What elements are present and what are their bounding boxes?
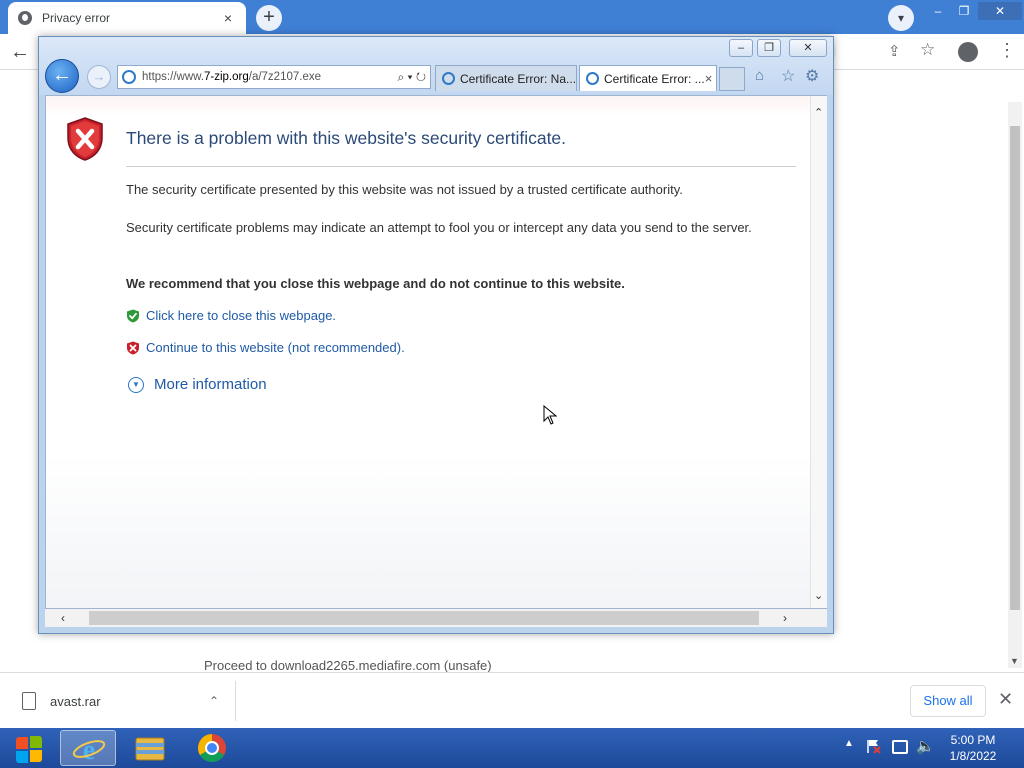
scrollbar-thumb[interactable] <box>1010 126 1020 610</box>
ie-window: – ❐ ✕ ← → https://www. 7-zip.org/a/7z2107… <box>38 36 834 634</box>
show-hidden-icons-icon[interactable]: ▲ <box>844 738 854 749</box>
svg-text:e: e <box>83 735 95 766</box>
profile-avatar-icon[interactable] <box>958 42 978 62</box>
chevron-down-icon[interactable]: ▾ <box>888 5 914 31</box>
window-close-button[interactable]: ✕ <box>978 2 1022 20</box>
favorites-star-icon[interactable]: ☆ <box>781 66 795 86</box>
chevron-up-icon[interactable]: ⌃ <box>209 694 219 708</box>
ie-tab-certificate-error-2[interactable]: Certificate Error: ... × <box>579 65 717 91</box>
windows-logo-icon <box>30 750 42 762</box>
windows-logo-icon <box>30 736 42 748</box>
maximize-button[interactable]: ❐ <box>952 2 976 20</box>
windows-logo-icon <box>16 737 28 749</box>
shield-error-icon <box>67 117 103 161</box>
ie-horizontal-scrollbar[interactable]: ‹ › <box>45 609 827 627</box>
new-tab-button[interactable]: + <box>256 5 282 31</box>
ie-page-content: There is a problem with this website's s… <box>45 95 827 609</box>
clock-time: 5:00 PM <box>950 733 996 747</box>
system-clock[interactable]: 5:00 PM 1/8/2022 <box>940 732 1006 764</box>
taskbar: e ▲ 🔈 5:00 PM 1/8/2022 <box>0 728 1024 768</box>
share-icon[interactable]: ⇪ <box>888 42 901 60</box>
cert-warning: Security certificate problems may indica… <box>126 220 752 235</box>
cert-description: The security certificate presented by th… <box>126 182 683 197</box>
ie-tab-certificate-error-1[interactable]: Certificate Error: Na... <box>435 65 577 91</box>
red-shield-x-icon <box>127 341 139 354</box>
ie-address-bar[interactable]: https://www. 7-zip.org/a/7z2107.exe ⌕ ▾ ↻ <box>117 65 431 89</box>
chrome-tab-strip: Privacy error × + ▾ – ❐ ✕ <box>0 0 1024 34</box>
more-information-toggle[interactable]: ▼ More information <box>128 376 267 393</box>
ie-tab-label: Certificate Error: Na... <box>460 71 577 86</box>
scroll-right-icon[interactable]: › <box>783 611 787 625</box>
network-icon[interactable] <box>892 740 908 754</box>
download-bar: avast.rar ⌃ Show all ✕ <box>0 672 1024 728</box>
continue-to-website-link[interactable]: Continue to this website (not recommende… <box>126 340 405 355</box>
scroll-up-icon[interactable]: ⌃ <box>814 106 823 119</box>
ie-vertical-scrollbar[interactable]: ⌃ ⌄ <box>810 96 827 608</box>
ie-logo-icon: e <box>72 735 106 766</box>
ie-forward-button[interactable]: → <box>87 65 111 89</box>
show-all-button[interactable]: Show all <box>910 685 986 717</box>
back-arrow-icon[interactable]: ← <box>10 41 30 64</box>
volume-icon[interactable]: 🔈 <box>916 737 935 755</box>
mouse-cursor-icon <box>543 405 557 425</box>
taskbar-file-explorer-button[interactable] <box>122 730 178 766</box>
close-icon[interactable]: × <box>220 10 236 26</box>
green-shield-check-icon <box>127 309 139 322</box>
page-title: There is a problem with this website's s… <box>126 128 567 148</box>
chrome-logo-icon <box>198 734 226 762</box>
ie-tab-label: Certificate Error: ... <box>604 71 705 86</box>
url-prefix: https://www. <box>142 71 204 83</box>
globe-icon <box>18 11 32 25</box>
ie-new-tab-button[interactable] <box>719 67 745 91</box>
clock-date: 1/8/2022 <box>949 749 997 763</box>
close-webpage-link[interactable]: Click here to close this webpage. <box>126 308 336 323</box>
close-icon[interactable]: ✕ <box>998 689 1013 710</box>
close-webpage-label: Click here to close this webpage. <box>146 308 337 323</box>
folder-icon <box>135 737 165 761</box>
home-icon[interactable]: ⌂ <box>755 67 764 84</box>
start-button[interactable] <box>6 730 50 766</box>
ie-logo-icon <box>586 72 599 85</box>
windows-logo-icon <box>16 751 28 763</box>
taskbar-ie-button[interactable]: e <box>60 730 116 766</box>
divider <box>126 166 796 167</box>
download-file-name: avast.rar <box>50 693 101 709</box>
scroll-down-icon[interactable]: ▼ <box>1010 656 1019 666</box>
scroll-down-icon[interactable]: ⌄ <box>814 589 823 602</box>
chrome-tab-title: Privacy error <box>42 11 111 25</box>
url-path: /a/7z2107.exe <box>248 71 322 83</box>
scroll-left-icon[interactable]: ‹ <box>61 611 65 625</box>
scrollbar-thumb[interactable] <box>89 611 759 625</box>
ie-close-button[interactable]: ✕ <box>789 39 827 57</box>
chevron-down-icon: ▼ <box>128 376 144 393</box>
chrome-tab-privacy-error[interactable]: Privacy error × <box>8 2 246 34</box>
ie-maximize-button[interactable]: ❐ <box>757 39 781 57</box>
minimize-button[interactable]: – <box>926 2 950 20</box>
proceed-unsafe-link[interactable]: Proceed to download2265.mediafire.com (u… <box>204 658 492 673</box>
more-information-label: More information <box>154 376 267 393</box>
recommendation-text: We recommend that you close this webpage… <box>126 276 625 291</box>
action-center-flag-icon[interactable] <box>866 738 882 754</box>
continue-label: Continue to this website (not recommende… <box>146 340 405 355</box>
ie-back-button[interactable]: ← <box>45 59 79 93</box>
taskbar-chrome-button[interactable] <box>184 730 240 766</box>
ie-logo-icon <box>442 72 455 85</box>
file-icon <box>22 692 36 710</box>
ie-minimize-button[interactable]: – <box>729 39 753 57</box>
ie-logo-icon <box>122 70 136 84</box>
bookmark-star-icon[interactable]: ☆ <box>920 40 935 60</box>
close-icon[interactable]: × <box>705 71 713 86</box>
kebab-menu-icon[interactable]: ⋮ <box>998 40 1016 61</box>
gear-icon[interactable]: ⚙ <box>805 66 819 86</box>
ie-title-frame: – ❐ ✕ ← → https://www. 7-zip.org/a/7z2107… <box>39 37 833 95</box>
address-tools-icon[interactable]: ⌕ ▾ ↻ <box>397 70 426 85</box>
url-domain: 7-zip.org <box>204 71 249 83</box>
download-item[interactable]: avast.rar ⌃ <box>14 681 236 721</box>
chrome-vertical-scrollbar[interactable]: ▼ <box>1008 102 1022 668</box>
